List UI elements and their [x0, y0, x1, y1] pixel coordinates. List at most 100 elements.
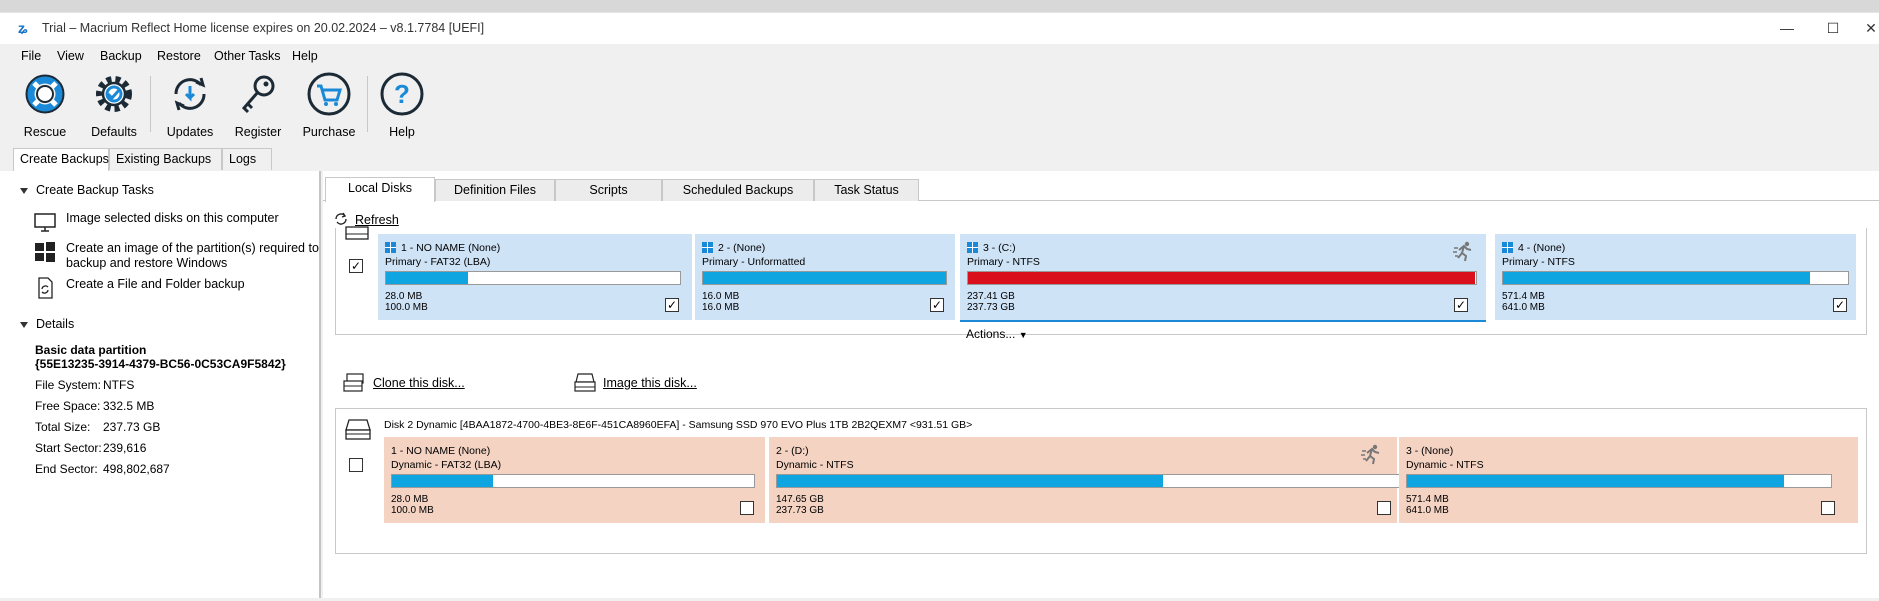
task-label: Image selected disks on this computer — [66, 211, 279, 225]
detail-end-sector: End Sector: 498,802,687 — [35, 462, 170, 476]
defaults-button[interactable]: Defaults — [88, 70, 140, 142]
windows-icon — [702, 242, 713, 253]
usage-fill — [968, 272, 1475, 284]
refresh-update-icon — [174, 77, 206, 111]
details-header[interactable]: Details — [20, 317, 74, 331]
partition-name: 2 - (D:) — [776, 445, 809, 457]
partition-name: 2 - (None) — [702, 242, 765, 254]
menu-restore[interactable]: Restore — [157, 49, 201, 63]
register-label: Register — [234, 125, 282, 139]
title-bar: ʑ Trial – Macrium Reflect Home license e… — [0, 12, 1879, 44]
purchase-button[interactable]: Purchase — [302, 70, 356, 142]
usage-bar — [776, 474, 1400, 488]
windows-icon — [385, 242, 396, 253]
help-button[interactable]: ? Help — [378, 70, 426, 142]
partition-sizes: 28.0 MB 100.0 MB — [391, 494, 434, 516]
partition-name: 1 - NO NAME (None) — [385, 242, 500, 254]
partition-checkbox[interactable]: ✓ — [665, 298, 679, 312]
disk-2-title: Disk 2 Dynamic [4BAA1872-4700-4BE3-8E6F-… — [384, 419, 973, 431]
menu-view[interactable]: View — [57, 49, 84, 63]
tasks-header-label: Create Backup Tasks — [36, 183, 154, 197]
minimize-button[interactable]: — — [1772, 18, 1802, 40]
tab-create-backups[interactable]: Create Backups — [13, 148, 109, 171]
partition-checkbox[interactable] — [1821, 501, 1835, 515]
usage-fill — [1503, 272, 1811, 284]
usage-fill — [392, 475, 494, 487]
partition-name: Basic data partition — [35, 343, 147, 357]
partition-type: Primary - Unformatted — [702, 256, 806, 268]
partition-guid: {55E13235-3914-4379-BC56-0C53CA9F5842} — [35, 357, 286, 371]
right-pane: Local Disks Definition Files Scripts Sch… — [323, 171, 1879, 598]
collapse-triangle-icon — [20, 321, 28, 328]
partition-checkbox[interactable] — [1377, 501, 1391, 515]
maximize-button[interactable]: ☐ — [1818, 18, 1848, 40]
updates-button[interactable]: Updates — [164, 70, 216, 142]
menu-file[interactable]: File — [21, 49, 41, 63]
windows-icon — [1502, 242, 1513, 253]
usage-bar — [967, 271, 1477, 285]
lifebuoy-icon — [25, 74, 65, 114]
image-disk-icon — [574, 373, 596, 392]
svg-text:?: ? — [394, 79, 410, 109]
task-label: Create a File and Folder backup — [66, 277, 245, 291]
menu-other-tasks[interactable]: Other Tasks — [214, 49, 280, 63]
disk-2-checkbox[interactable] — [349, 458, 363, 472]
partition-type: Primary - NTFS — [967, 256, 1040, 268]
help-label: Help — [389, 125, 415, 139]
tab-scripts[interactable]: Scripts — [555, 179, 662, 201]
partition-type: Dynamic - NTFS — [776, 459, 854, 471]
clone-disk-link[interactable]: Clone this disk... — [373, 376, 465, 390]
purchase-label: Purchase — [302, 125, 356, 139]
partition-name: 3 - (None) — [1406, 445, 1454, 457]
clone-disk-icon — [343, 373, 364, 392]
tab-task-status[interactable]: Task Status — [814, 179, 919, 201]
image-disk-link[interactable]: Image this disk... — [603, 376, 697, 390]
create-backup-tasks-header[interactable]: Create Backup Tasks — [20, 183, 154, 197]
menu-help[interactable]: Help — [292, 49, 318, 63]
tab-scheduled-backups[interactable]: Scheduled Backups — [662, 179, 814, 201]
refresh-label: Refresh — [355, 213, 399, 227]
partition-disk1-4[interactable]: 4 - (None) Primary - NTFS 571.4 MB 641.0 … — [1495, 234, 1856, 320]
help-icon: ? — [380, 72, 424, 116]
detail-free-space: Free Space: 332.5 MB — [35, 399, 155, 413]
actions-dropdown[interactable]: Actions... ▼ — [966, 327, 1028, 341]
close-button[interactable]: ✕ — [1864, 18, 1878, 40]
partition-checkbox[interactable] — [740, 501, 754, 515]
running-os-icon — [1361, 444, 1380, 465]
partition-disk2-3[interactable]: 3 - (None) Dynamic - NTFS 571.4 MB 641.0 … — [1399, 437, 1858, 523]
monitor-icon — [34, 213, 56, 232]
partition-disk1-3[interactable]: 3 - (C:) Primary - NTFS 237.41 GB 237.73 … — [960, 234, 1486, 322]
tab-existing-backups[interactable]: Existing Backups — [109, 148, 222, 170]
shopping-cart-icon — [307, 72, 351, 116]
tab-logs[interactable]: Logs — [222, 148, 272, 170]
key-icon — [241, 75, 275, 114]
defaults-label: Defaults — [91, 125, 137, 139]
partition-sizes: 237.41 GB 237.73 GB — [967, 291, 1015, 313]
partition-disk2-1[interactable]: 1 - NO NAME (None) Dynamic - FAT32 (LBA)… — [384, 437, 765, 523]
details-header-label: Details — [36, 317, 75, 331]
partition-checkbox[interactable]: ✓ — [1454, 298, 1468, 312]
tab-local-disks[interactable]: Local Disks — [325, 177, 435, 202]
usage-fill — [386, 272, 469, 284]
usage-bar — [702, 271, 947, 285]
collapse-triangle-icon — [20, 187, 28, 194]
rescue-button[interactable]: Rescue — [20, 70, 70, 142]
disk-1-checkbox[interactable]: ✓ — [349, 259, 363, 273]
partition-checkbox[interactable]: ✓ — [930, 298, 944, 312]
partition-sizes: 16.0 MB 16.0 MB — [702, 291, 740, 313]
partition-sizes: 28.0 MB 100.0 MB — [385, 291, 428, 313]
usage-fill — [703, 272, 946, 284]
usage-bar — [385, 271, 681, 285]
menu-bar: File View Backup Restore Other Tasks Hel… — [0, 45, 1879, 67]
usage-fill — [777, 475, 1163, 487]
partition-disk2-2[interactable]: 2 - (D:) Dynamic - NTFS 147.65 GB 237.73 … — [769, 437, 1400, 523]
partition-disk1-1[interactable]: 1 - NO NAME (None) Primary - FAT32 (LBA)… — [378, 234, 692, 320]
tab-definition-files[interactable]: Definition Files — [435, 179, 555, 201]
refresh-link[interactable]: Refresh — [333, 211, 399, 227]
partition-checkbox[interactable]: ✓ — [1833, 298, 1847, 312]
usage-bar — [391, 474, 755, 488]
menu-backup[interactable]: Backup — [100, 49, 142, 63]
register-button[interactable]: Register — [232, 70, 284, 142]
gear-icon — [96, 76, 132, 112]
partition-disk1-2[interactable]: 2 - (None) Primary - Unformatted 16.0 MB… — [695, 234, 955, 320]
